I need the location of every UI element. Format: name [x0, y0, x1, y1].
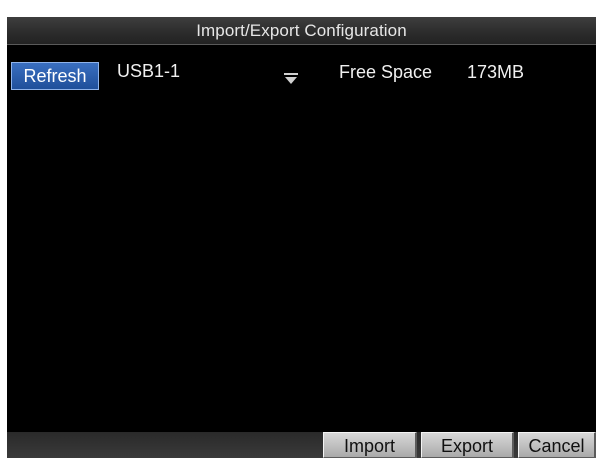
import-button[interactable]: Import — [323, 432, 417, 458]
dialog-title: Import/Export Configuration — [196, 21, 407, 40]
cancel-button[interactable]: Cancel — [518, 432, 596, 458]
export-button[interactable]: Export — [421, 432, 514, 458]
refresh-button[interactable]: Refresh — [11, 62, 99, 90]
chevron-down-icon[interactable] — [284, 69, 298, 84]
title-bar: Import/Export Configuration — [7, 17, 596, 45]
device-select-value: USB1-1 — [117, 61, 181, 81]
file-list-area[interactable] — [7, 97, 596, 427]
import-export-dialog: Import/Export Configuration Refresh USB1… — [7, 17, 596, 458]
device-select[interactable]: USB1-1 — [111, 59, 301, 89]
free-space-value: 173MB — [467, 62, 525, 82]
free-space-label: Free Space — [339, 62, 433, 82]
bottom-bar: Import Export Cancel — [7, 432, 596, 458]
